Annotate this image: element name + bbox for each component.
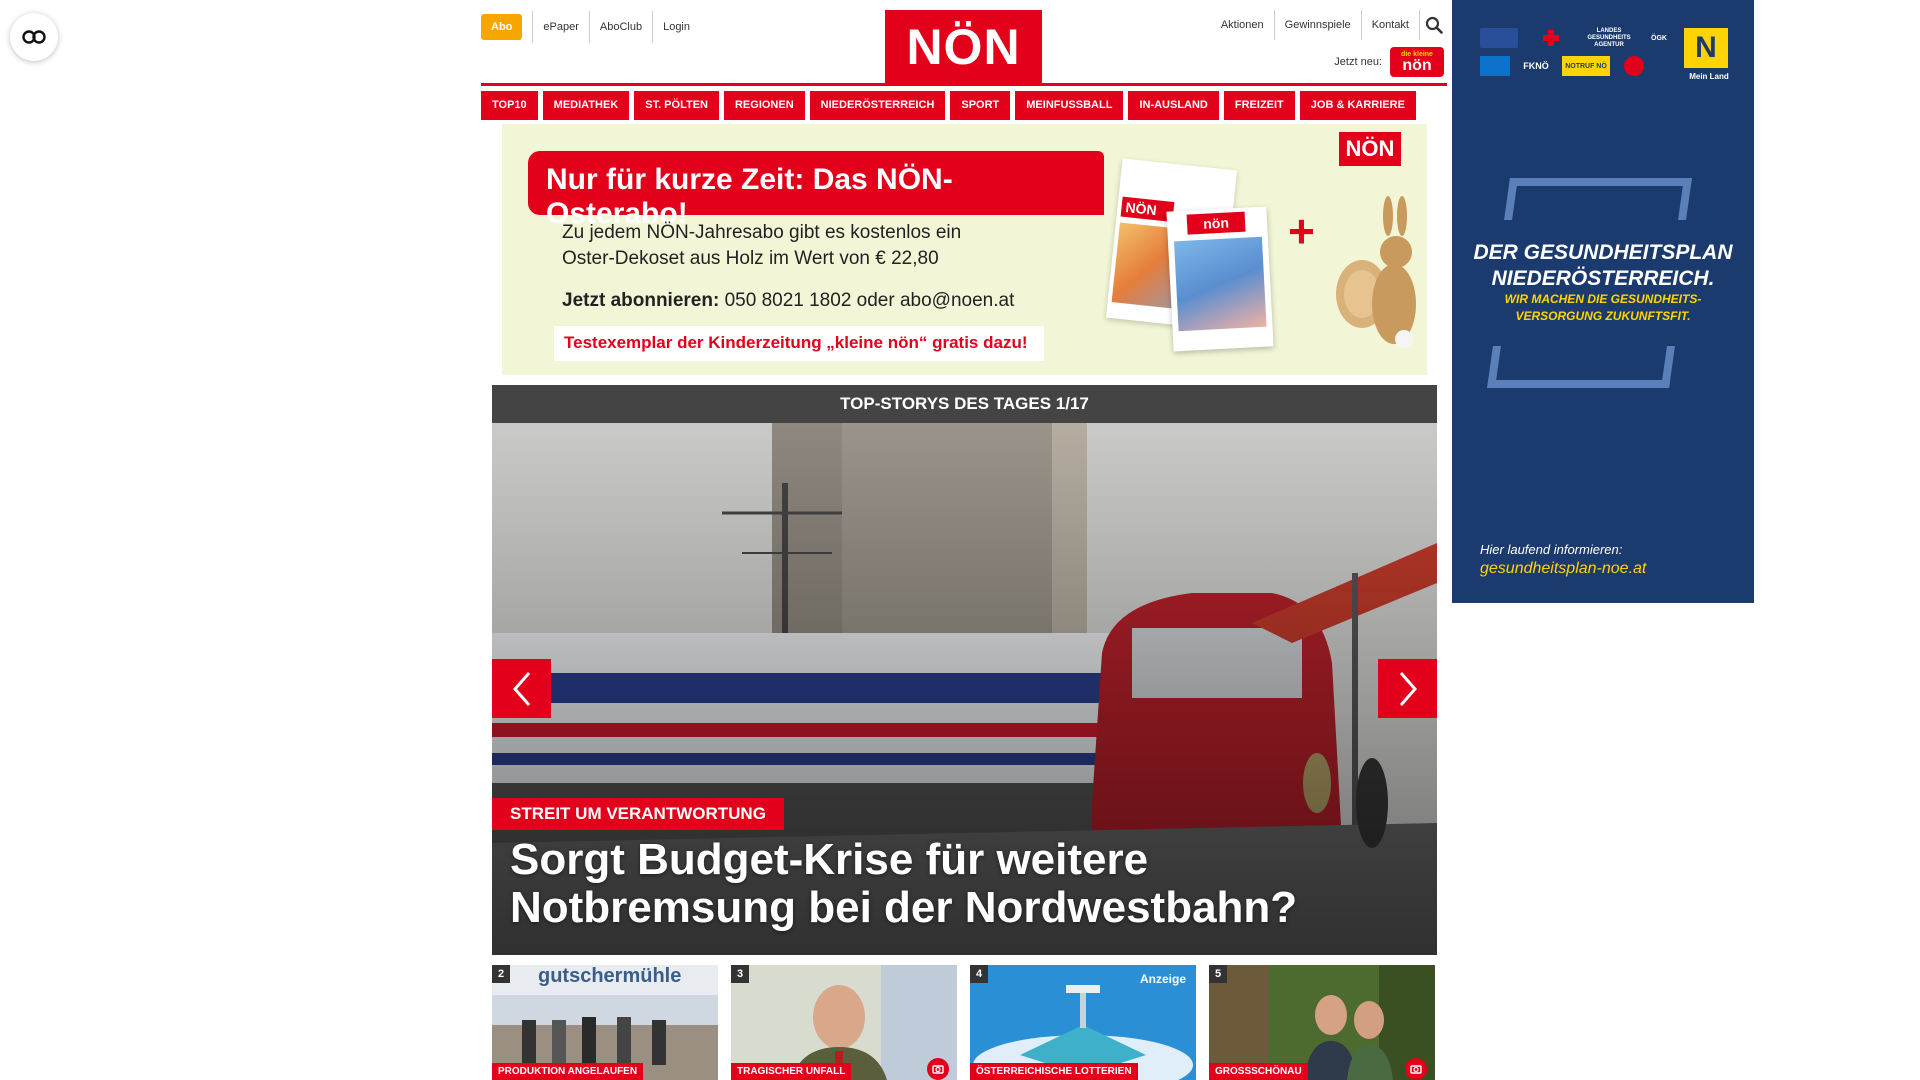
promo-headline: Nur für kurze Zeit: Das NÖN-Osterabo! — [528, 151, 1104, 230]
header-divider — [481, 83, 1447, 86]
kids-paper-image: nön — [1166, 206, 1274, 352]
camera-icon — [1405, 1058, 1427, 1080]
easter-bunny-image — [1336, 196, 1416, 348]
top-right-links: Aktionen Gewinnspiele Kontakt — [1211, 10, 1447, 40]
gewinnspiele-link[interactable]: Gewinnspiele — [1273, 10, 1361, 40]
promo-body-line1: Zu jedem NÖN-Jahresabo gibt es kostenlos… — [562, 222, 962, 243]
nav-item-sport[interactable]: SPORT — [950, 91, 1011, 120]
story-thumb-4[interactable]: 4 Anzeige ÖSTERREICHISCHE LOTTERIEN — [970, 965, 1196, 1080]
thumb-kicker: GROSSSCHÖNAU — [1209, 1063, 1308, 1080]
ad-label: Anzeige — [1139, 972, 1186, 986]
jetzt-neu-row: Jetzt neu: die kleine nön — [1334, 47, 1444, 77]
osterabo-banner[interactable]: Nur für kurze Zeit: Das NÖN-Osterabo! Zu… — [502, 124, 1427, 375]
epaper-link[interactable]: ePaper — [532, 11, 588, 43]
top-left-links: Abo ePaper AboClub Login — [481, 11, 700, 43]
search-icon — [1425, 16, 1443, 34]
kleine-noen-text: nön — [1402, 56, 1432, 74]
accessibility-button[interactable] — [10, 13, 58, 61]
kids-paper-logo: nön — [1186, 211, 1246, 235]
prev-story-button[interactable] — [492, 659, 551, 718]
kontakt-link[interactable]: Kontakt — [1360, 10, 1419, 40]
nav-item-freizeit[interactable]: FREIZEIT — [1223, 91, 1295, 120]
ad-title-line1: DER GESUNDHEITSPLAN — [1473, 241, 1733, 264]
promo-noen-logo: NÖN — [1339, 132, 1401, 166]
fknoe-logo: FKNÖ — [1523, 61, 1549, 71]
aboclub-link[interactable]: AboClub — [588, 11, 652, 43]
noe-logo: N — [1684, 28, 1728, 68]
nav-item-niederoesterreich[interactable]: NIEDERÖSTERREICH — [809, 91, 946, 120]
hero-title[interactable]: Sorgt Budget-Krise für weitere Notbremsu… — [510, 836, 1390, 932]
thumb-kicker: TRAGISCHER UNFALL — [731, 1063, 852, 1080]
landesgesundheitsagentur-logo: LANDES GESUNDHEITS AGENTUR — [1587, 27, 1631, 48]
oegk-logo: ÖGK — [1651, 34, 1667, 42]
thumb-number: 4 — [970, 965, 988, 983]
hero-kicker: STREIT UM VERANTWORTUNG — [492, 798, 784, 830]
nav-item-regionen[interactable]: REGIONEN — [723, 91, 805, 120]
promo-contact-text: 050 8021 1802 oder abo@noen.at — [719, 290, 1015, 311]
nav-item-st-poelten[interactable]: ST. PÖLTEN — [634, 91, 719, 120]
thumb-number: 3 — [731, 965, 749, 983]
notruf-logo: NOTRUF NÖ — [1562, 56, 1610, 76]
aktionen-link[interactable]: Aktionen — [1211, 10, 1274, 40]
ad-link[interactable]: gesundheitsplan-noe.at — [1480, 560, 1646, 578]
chevron-right-icon — [1399, 671, 1417, 706]
ad-subtitle: WIR MACHEN DIE GESUNDHEITS- VERSORGUNG Z… — [1452, 291, 1754, 325]
mein-land-label: Mein Land — [1689, 72, 1729, 81]
ad-info-text: Hier laufend informieren: — [1480, 542, 1623, 557]
hero-story[interactable]: STREIT UM VERANTWORTUNG Sorgt Budget-Kri… — [492, 423, 1437, 955]
ad-subtitle-line2: VERSORGUNG ZUKUNFTSFIT. — [1515, 309, 1691, 323]
ad-subtitle-line1: WIR MACHEN DIE GESUNDHEITS- — [1504, 292, 1702, 306]
nav-item-in-ausland[interactable]: IN-AUSLAND — [1128, 91, 1219, 120]
chevron-left-icon — [512, 671, 530, 706]
story-thumb-2[interactable]: gutschermühle 2 PRODUKTION ANGELAUFEN — [492, 965, 718, 1080]
kleine-noen-logo[interactable]: die kleine nön — [1390, 47, 1444, 77]
top-stories-header: TOP-STORYS DES TAGES 1/17 — [492, 385, 1437, 423]
story-thumb-3[interactable]: 3 TRAGISCHER UNFALL — [731, 965, 957, 1080]
accessibility-icon — [22, 30, 46, 44]
site-header: Abo ePaper AboClub Login NÖN Aktionen Ge… — [481, 0, 1447, 86]
promo-contact: Jetzt abonnieren: 050 8021 1802 oder abo… — [562, 290, 1014, 312]
promo-body: Zu jedem NÖN-Jahresabo gibt es kostenlos… — [562, 220, 961, 272]
search-button[interactable] — [1419, 10, 1447, 40]
next-story-button[interactable] — [1378, 659, 1437, 718]
nav-item-meinfussball[interactable]: MEINFUSSBALL — [1015, 91, 1124, 120]
thumb-number: 2 — [492, 965, 510, 983]
jetzt-neu-label: Jetzt neu: — [1334, 56, 1382, 68]
noen-logo[interactable]: NÖN — [885, 10, 1042, 84]
gesundheitsplan-ad[interactable]: LANDES GESUNDHEITS AGENTUR ÖGK FKNÖ NOTR… — [1452, 0, 1754, 603]
noe-blue-logo — [1480, 56, 1510, 76]
thumb-sign-text: gutschermühle — [538, 965, 682, 987]
nav-item-top10[interactable]: TOP10 — [481, 91, 538, 120]
red-cross-logo — [1532, 28, 1570, 48]
nav-item-mediathek[interactable]: MEDIATHEK — [542, 91, 630, 120]
thumb-number: 5 — [1209, 965, 1227, 983]
nav-item-job-karriere[interactable]: JOB & KARRIERE — [1299, 91, 1416, 120]
partner-logos: LANDES GESUNDHEITS AGENTUR ÖGK FKNÖ NOTR… — [1480, 28, 1680, 76]
ad-title-line2: NIEDERÖSTERREICH. — [1491, 267, 1715, 290]
story-thumb-5[interactable]: 5 GROSSSCHÖNAU — [1209, 965, 1435, 1080]
story-thumbnails: gutschermühle 2 PRODUKTION ANGELAUFEN 3 … — [492, 965, 1437, 1080]
main-nav: TOP10 MEDIATHEK ST. PÖLTEN REGIONEN NIED… — [481, 91, 1447, 120]
thumb-kicker: PRODUKTION ANGELAUFEN — [492, 1063, 644, 1080]
bracket-decoration-top — [1504, 178, 1692, 220]
kids-paper-photo — [1173, 236, 1267, 332]
ad-title: DER GESUNDHEITSPLAN NIEDERÖSTERREICH. — [1452, 240, 1754, 292]
promo-body-line2: Oster-Dekoset aus Holz im Wert von € 22,… — [562, 248, 939, 269]
partner-circle-logo — [1624, 56, 1644, 76]
abo-button[interactable]: Abo — [481, 14, 523, 40]
plus-sign: + — [1288, 205, 1315, 257]
promo-free-sample: Testexemplar der Kinderzeitung „kleine n… — [554, 326, 1044, 361]
partner-logo-1 — [1480, 28, 1518, 48]
thumb-kicker: ÖSTERREICHISCHE LOTTERIEN — [970, 1063, 1138, 1080]
bracket-decoration-bottom — [1487, 346, 1675, 388]
login-link[interactable]: Login — [652, 11, 700, 43]
camera-icon — [927, 1058, 949, 1080]
promo-contact-label: Jetzt abonnieren: — [562, 290, 720, 311]
